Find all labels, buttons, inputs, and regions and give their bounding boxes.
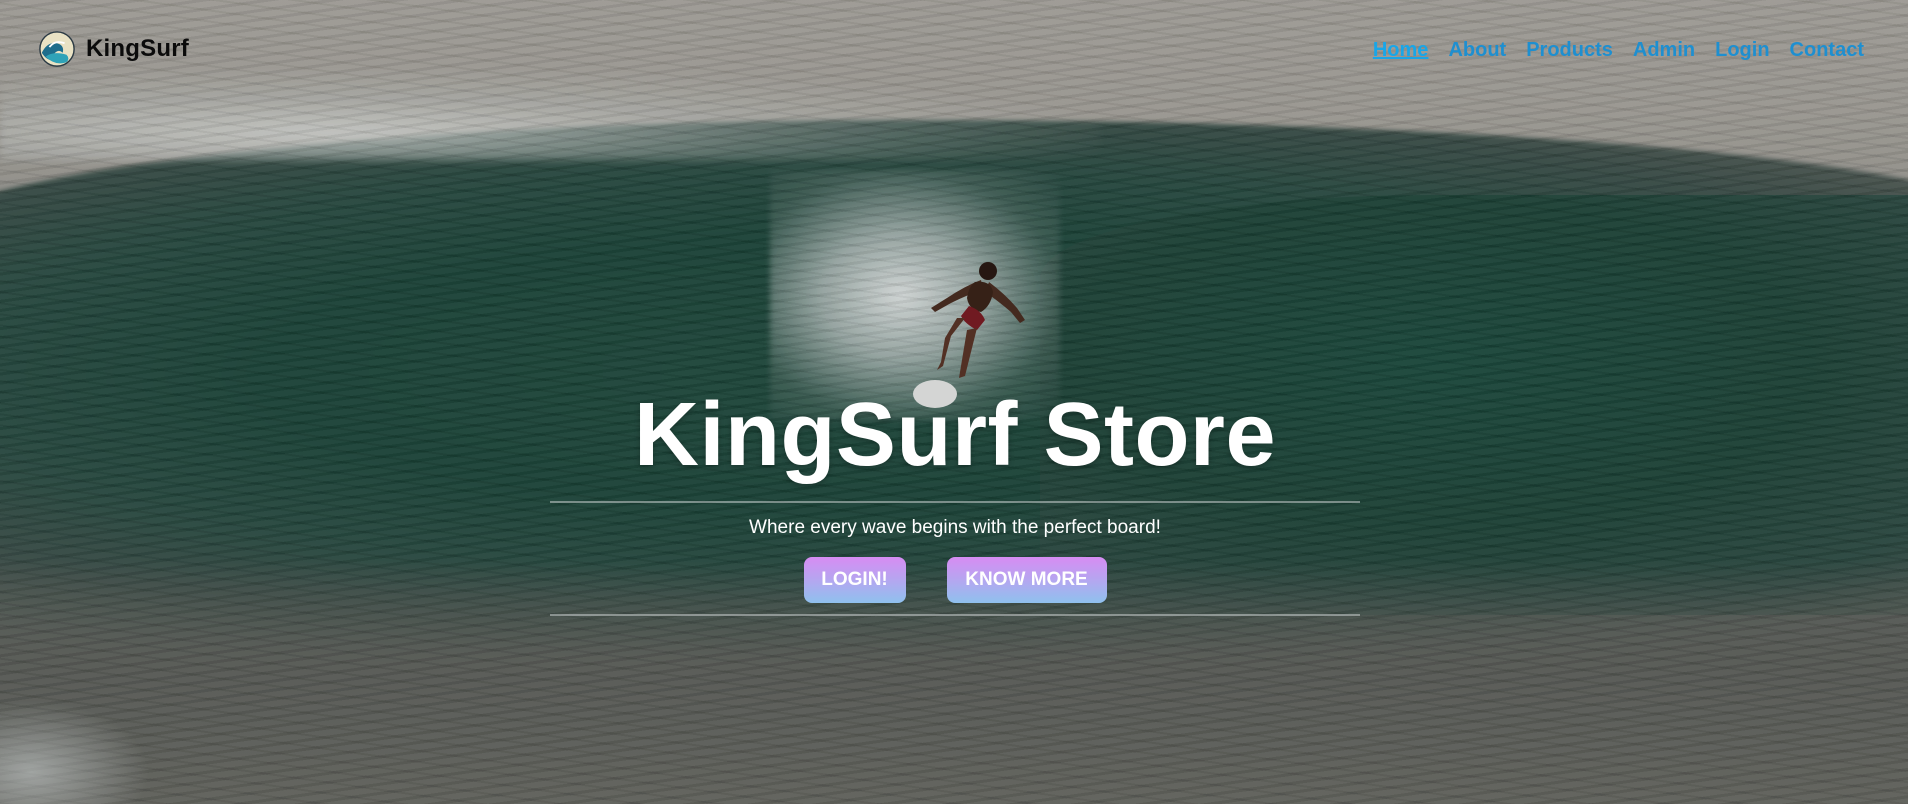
nav-products-link[interactable]: Products <box>1526 39 1613 62</box>
hero-section: KingSurf Store Where every wave begins w… <box>550 390 1360 616</box>
know-more-button[interactable]: KNOW MORE <box>946 557 1107 603</box>
hero-divider-bottom <box>550 614 1360 616</box>
hero-divider-top <box>550 501 1360 503</box>
brand-name: KingSurf <box>86 35 189 62</box>
nav-home-link[interactable]: Home <box>1373 39 1429 62</box>
nav-contact-link[interactable]: Contact <box>1790 39 1864 62</box>
nav-login-link[interactable]: Login <box>1715 39 1769 62</box>
brand[interactable]: KingSurf <box>38 30 189 68</box>
site-header: KingSurf Home About Products Admin Login… <box>0 0 1908 100</box>
nav-about-link[interactable]: About <box>1448 39 1506 62</box>
wave-logo-icon[interactable] <box>38 30 76 68</box>
main-nav: Home About Products Admin Login Contact <box>1373 30 1864 62</box>
hero-title: KingSurf Store <box>633 385 1276 485</box>
login-button[interactable]: LOGIN! <box>803 557 906 603</box>
hero-button-group: LOGIN! KNOW MORE <box>803 557 1107 603</box>
hero-subtitle: Where every wave begins with the perfect… <box>749 517 1161 538</box>
nav-admin-link[interactable]: Admin <box>1633 39 1695 62</box>
